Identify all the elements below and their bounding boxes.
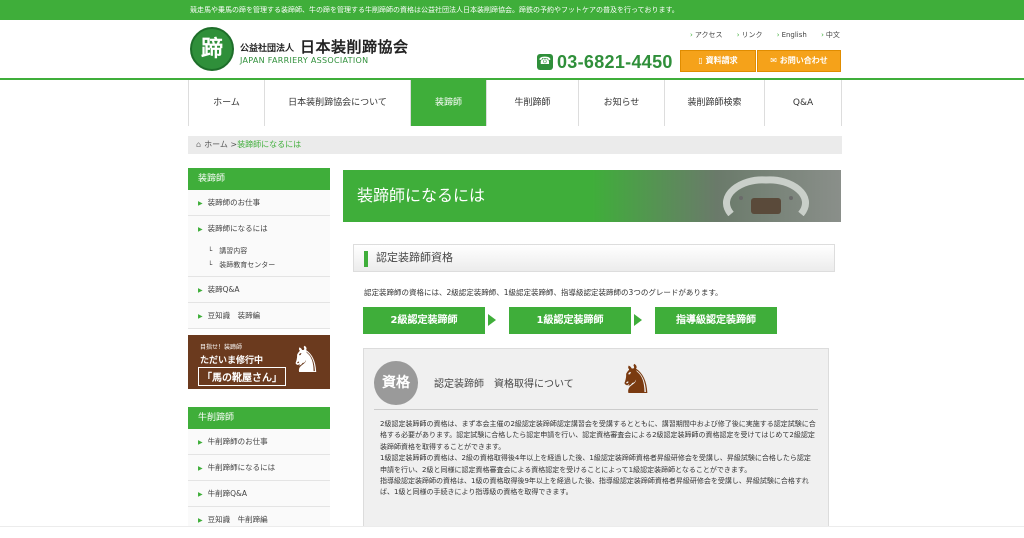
org-english-name: JAPAN FARRIERY ASSOCIATION <box>240 56 369 65</box>
home-icon: ⌂ <box>196 140 202 149</box>
paragraph-instructor: 指導級認定装蹄師の資格は、1級の資格取得後9年以上を経過した後、指導級認定装蹄師… <box>380 477 809 497</box>
sidebar-item-trimmer-qa[interactable]: ▶ 牛削蹄Q&A <box>188 481 330 507</box>
horse-icon: ♞ <box>618 357 654 403</box>
grade-level1: 1級認定装蹄師 <box>509 307 631 334</box>
nav-qa[interactable]: Q&A <box>764 80 842 126</box>
bottom-strip <box>0 526 1024 538</box>
sidebar-item-become-trimmer[interactable]: ▶ 牛削蹄師になるには <box>188 455 330 481</box>
top-info-text: 競走馬や乗馬の蹄を管理する装蹄師、牛の蹄を管理する牛削蹄師の資格は公益社団法人日… <box>190 6 679 14</box>
link-chinese[interactable]: › 中文 <box>821 31 846 39</box>
link-links[interactable]: › リンク <box>737 31 769 39</box>
heading-accent-bar <box>364 251 368 267</box>
sidebar-item-farrier-qa[interactable]: ▶ 装蹄Q&A <box>188 277 330 303</box>
section-heading-text: 認定装蹄師資格 <box>376 251 453 264</box>
grade-level2: 2級認定装蹄師 <box>363 307 485 334</box>
arrow-right-icon: › <box>821 31 824 39</box>
request-documents-button[interactable]: ▯ 資料請求 <box>680 50 756 72</box>
triangle-right-icon: ▶ <box>198 200 203 207</box>
triangle-right-icon: ▶ <box>198 226 203 233</box>
phone-number-block[interactable]: ☎ 03-6821-4450 <box>537 50 673 74</box>
nav-home[interactable]: ホーム <box>188 80 264 126</box>
grade-instructor: 指導級認定装蹄師 <box>655 307 777 334</box>
nav-farrier[interactable]: 装蹄師 <box>410 80 486 126</box>
horseshoe-icon <box>723 176 809 216</box>
org-name[interactable]: 日本装削蹄協会 <box>300 36 409 57</box>
page-title-banner: 装蹄師になるには <box>343 170 841 222</box>
banner-line2: ただいま修行中 <box>200 356 264 366</box>
triangle-right-icon: ▶ <box>198 465 203 472</box>
breadcrumb: ⌂ ホーム >装蹄師になるには <box>188 136 842 154</box>
phone-number: 03-6821-4450 <box>557 51 673 72</box>
sidebar-item-trimmer-work[interactable]: ▶ 牛削蹄師のお仕事 <box>188 429 330 455</box>
qualification-text: 2級認定装蹄師の資格は、まず本会主催の2級認定装蹄師認定講習会を受講するとともに… <box>380 419 816 499</box>
link-access[interactable]: › アクセス <box>690 31 728 39</box>
nav-about[interactable]: 日本装削蹄協会について <box>264 80 410 126</box>
org-type: 公益社団法人 <box>240 44 295 54</box>
nav-hoof-trimmer[interactable]: 牛削蹄師 <box>486 80 578 126</box>
sidebar-item-farrier-work[interactable]: ▶ 装蹄師のお仕事 <box>188 190 330 216</box>
horse-icon: ♞ <box>289 340 322 381</box>
arrow-right-icon: › <box>736 31 740 39</box>
arrow-right-icon <box>488 314 496 326</box>
breadcrumb-current: 装蹄師になるには <box>237 140 302 149</box>
arrow-right-icon: › <box>690 31 693 39</box>
page-title: 装蹄師になるには <box>357 186 486 205</box>
sidebar-subitem-center[interactable]: └ 装蹄教育センター <box>188 258 330 272</box>
breadcrumb-home[interactable]: ホーム <box>204 140 228 149</box>
sidebar-heading-hoof-trimmer[interactable]: 牛削蹄師 <box>188 407 330 429</box>
site-header: 蹄 公益社団法人 日本装削蹄協会 JAPAN FARRIERY ASSOCIAT… <box>0 20 1024 80</box>
sidebar-item-farrier-trivia[interactable]: ▶ 豆知識 装蹄編 <box>188 303 330 329</box>
divider <box>374 409 818 410</box>
sidebar-subitems: └ 講習内容 └ 装蹄教育センター <box>188 242 330 277</box>
paragraph-level2: 2級認定装蹄師の資格は、まず本会主催の2級認定装蹄師認定講習会を受講するとともに… <box>380 420 816 451</box>
qualification-badge: 資格 <box>374 361 418 405</box>
triangle-right-icon: ▶ <box>198 491 203 498</box>
paragraph-level1: 1級認定装蹄師の資格は、2級の資格取得後4年以上を経過した後、1級認定装蹄師資格… <box>380 454 811 474</box>
utility-links: › アクセス › リンク › English › 中文 <box>690 30 852 40</box>
arrow-right-icon: › <box>776 31 780 39</box>
grades-intro: 認定装蹄師の資格には、2級認定装蹄師、1級認定装蹄師、指導級認定装蹄師の3つのグ… <box>364 288 723 297</box>
banner-line3: 「馬の靴屋さん」 <box>198 367 286 386</box>
contact-button[interactable]: ✉ お問い合わせ <box>757 50 841 72</box>
section-heading: 認定装蹄師資格 <box>353 244 835 272</box>
logo-icon[interactable]: 蹄 <box>190 27 234 71</box>
triangle-right-icon: ▶ <box>198 517 203 524</box>
triangle-right-icon: ▶ <box>198 313 203 320</box>
sidebar-heading-farrier[interactable]: 装蹄師 <box>188 168 330 190</box>
mail-icon: ✉ <box>770 56 780 65</box>
triangle-right-icon: ▶ <box>198 287 203 294</box>
phone-icon: ☎ <box>537 54 553 70</box>
sidebar-subitem-course[interactable]: └ 講習内容 <box>188 244 330 258</box>
banner-line1: 目指せ！装蹄師 <box>200 344 243 351</box>
triangle-right-icon: ▶ <box>198 439 203 446</box>
link-english[interactable]: › English <box>777 31 813 39</box>
qualification-box: 資格 認定装蹄師 資格取得について ♞ 2級認定装蹄師の資格は、まず本会主催の2… <box>363 348 829 538</box>
nav-search[interactable]: 装削蹄師検索 <box>664 80 764 126</box>
arrow-right-icon <box>634 314 642 326</box>
top-info-bar: 競走馬や乗馬の蹄を管理する装蹄師、牛の蹄を管理する牛削蹄師の資格は公益社団法人日… <box>0 0 1024 20</box>
qualification-title: 認定装蹄師 資格取得について <box>434 379 574 390</box>
global-nav: ホーム 日本装削蹄協会について 装蹄師 牛削蹄師 お知らせ 装削蹄師検索 Q&A <box>188 80 842 126</box>
document-icon: ▯ <box>698 56 706 65</box>
nav-news[interactable]: お知らせ <box>578 80 664 126</box>
sidebar-item-become-farrier[interactable]: ▶ 装蹄師になるには <box>188 216 330 242</box>
sidebar: 装蹄師 ▶ 装蹄師のお仕事 ▶ 装蹄師になるには └ 講習内容 └ 装蹄教育センター… <box>188 168 330 533</box>
trainee-banner[interactable]: 目指せ！装蹄師 ただいま修行中 「馬の靴屋さん」 ♞ <box>188 335 330 389</box>
